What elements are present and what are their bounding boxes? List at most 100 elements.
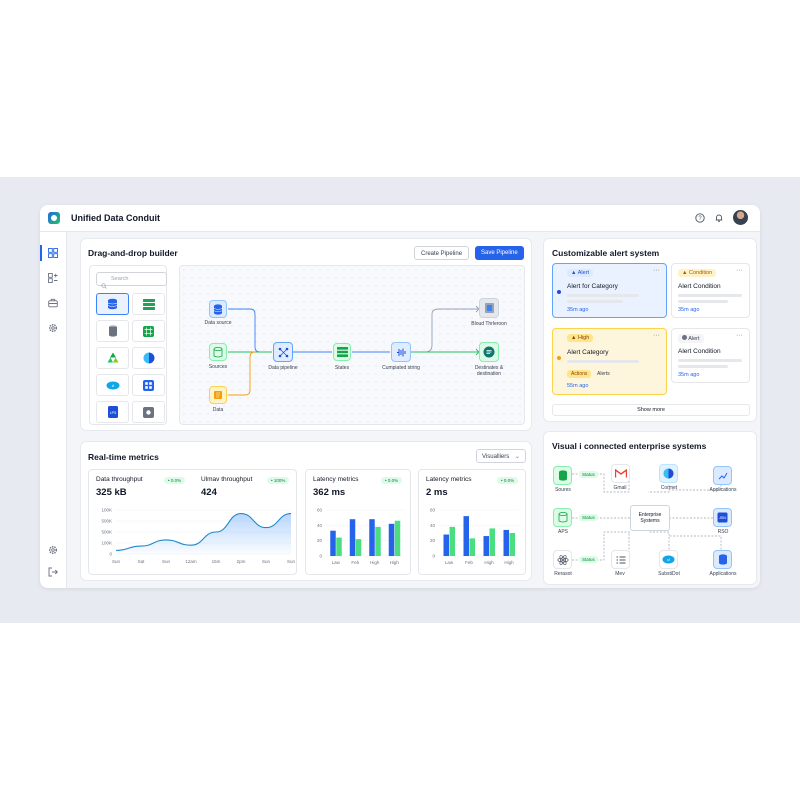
node-gmail[interactable]: [611, 464, 630, 483]
placeholder-line: [678, 294, 742, 297]
logout-icon[interactable]: [47, 566, 59, 578]
node-cormet[interactable]: [659, 464, 678, 483]
palette-apps-item[interactable]: [132, 374, 165, 396]
app-logo-icon: [48, 212, 60, 224]
tag-alerts[interactable]: Alerts: [593, 370, 614, 378]
more-icon[interactable]: ···: [653, 267, 660, 274]
alert-card[interactable]: ▲ Condition ··· Alert Condition 35m ago: [671, 263, 750, 318]
salesforce-icon: sf: [662, 555, 675, 564]
node-cloud-storage[interactable]: [479, 298, 499, 318]
enterprise-hub[interactable]: Enterprise Systems: [630, 505, 670, 531]
bar: [375, 526, 381, 556]
palette-hub-item[interactable]: [132, 401, 165, 423]
node-rso[interactable]: JSN: [713, 508, 732, 527]
bar: [355, 539, 362, 556]
node-compiled-string[interactable]: [391, 342, 411, 362]
more-icon[interactable]: ···: [736, 332, 743, 339]
top-icons: ?: [695, 210, 748, 225]
node-rerasot[interactable]: [553, 550, 572, 569]
node-substidot[interactable]: sf: [659, 550, 678, 569]
alert-badge: ▲ Condition: [678, 269, 717, 277]
more-icon[interactable]: ···: [653, 332, 660, 339]
palette-recycle-item[interactable]: [96, 347, 129, 369]
database-icon: [107, 298, 118, 310]
latency-bar-chart-2: 60 40 20 0 Law Feb High High: [430, 508, 519, 565]
create-pipeline-button[interactable]: Create Pipeline: [414, 246, 470, 260]
svg-text:JSN: JSN: [719, 516, 726, 520]
node-sources[interactable]: [553, 466, 572, 485]
more-icon[interactable]: ···: [736, 267, 743, 274]
bell-icon[interactable]: [714, 213, 724, 223]
palette-grid-item[interactable]: [132, 320, 165, 342]
help-icon[interactable]: ?: [695, 212, 705, 223]
area-fill: [116, 513, 291, 554]
alert-title-text: Alert Condition: [678, 348, 721, 355]
node-label: Cormet: [660, 485, 678, 491]
node-destination[interactable]: [479, 342, 499, 362]
hub-icon: [143, 406, 154, 418]
node-sources[interactable]: [209, 343, 227, 361]
node-applications[interactable]: [713, 466, 732, 485]
palette-database-item[interactable]: [96, 293, 129, 315]
node-data-pipeline[interactable]: [273, 342, 293, 362]
bar: [483, 536, 489, 556]
node-data[interactable]: [209, 386, 227, 404]
alert-title-text: Alert Condition: [678, 283, 721, 290]
pipeline-canvas[interactable]: Data source Sources Data Data pipeline S…: [179, 265, 525, 425]
alert-card[interactable]: Alert ··· Alert Condition 35m ago: [671, 328, 750, 383]
tag-actions[interactable]: Actions: [567, 370, 592, 378]
placeholder-line: [678, 359, 742, 362]
gear-icon[interactable]: [47, 544, 59, 556]
bar: [489, 528, 495, 556]
palette-salesforce-item[interactable]: sf: [96, 374, 129, 396]
save-pipeline-button[interactable]: Save Pipeline: [475, 246, 524, 260]
node-label: Sources: [208, 364, 228, 370]
settings-icon[interactable]: [47, 322, 59, 334]
node-applications-2[interactable]: [713, 550, 732, 569]
node-label: SubstiDot: [658, 571, 680, 577]
cylinder-icon: [213, 346, 223, 357]
widgets-icon[interactable]: [47, 272, 59, 284]
y-tick-label: 500K: [101, 519, 112, 524]
x-tick-label: Sun: [287, 559, 296, 564]
x-tick-label: High: [370, 560, 380, 565]
enterprise-panel: Visual i connected enterprise systems So…: [543, 431, 757, 585]
database-icon: [558, 470, 567, 481]
node-label: APS: [557, 529, 568, 535]
status-badge: Status: [579, 514, 598, 521]
alert-card[interactable]: ▲ High ··· Alert Category Actions Alerts…: [552, 328, 667, 395]
alert-title-text: Alert Category: [567, 349, 609, 356]
stack-icon: [142, 298, 155, 310]
x-tick-label: High: [484, 560, 494, 565]
x-tick-label: Law: [445, 560, 454, 565]
show-more-button[interactable]: Show more: [552, 404, 750, 416]
stack-icon: [336, 347, 348, 357]
x-tick-label: Feb: [351, 560, 359, 565]
cloud-icon: [143, 352, 154, 364]
node-data-source[interactable]: [209, 300, 227, 318]
status-badge: Status: [579, 471, 598, 478]
node-mev[interactable]: [611, 550, 630, 569]
node-aps[interactable]: [553, 508, 572, 527]
y-tick-label: 20: [317, 538, 323, 543]
briefcase-icon[interactable]: [47, 297, 59, 309]
node-label: Bloud Thrleroon: [471, 321, 507, 327]
visualizer-dropdown[interactable]: Visualliers ⌄: [476, 449, 526, 463]
node-states[interactable]: [333, 343, 351, 361]
alert-card[interactable]: ▲ Alert ··· Alert for Category 35m ago: [552, 263, 667, 318]
palette-sheets-item[interactable]: [132, 293, 165, 315]
grid-db-icon: [143, 325, 154, 337]
palette-cylinder-item[interactable]: [96, 320, 129, 342]
avatar[interactable]: [733, 210, 748, 225]
dashboard-icon[interactable]: [40, 245, 59, 261]
status-badge: • 0.0%: [497, 477, 519, 484]
alert-badge: Alert: [678, 334, 704, 343]
card-title: Ulmav throughput: [201, 476, 253, 483]
palette-file-item[interactable]: LPS: [96, 401, 129, 423]
placeholder-line: [678, 365, 728, 368]
badge-label: Alert: [688, 336, 700, 342]
sidebar: [40, 232, 67, 588]
palette-cloud-item[interactable]: [132, 347, 165, 369]
x-tick-label: 12am: [185, 559, 197, 564]
atom-icon: [557, 554, 568, 565]
